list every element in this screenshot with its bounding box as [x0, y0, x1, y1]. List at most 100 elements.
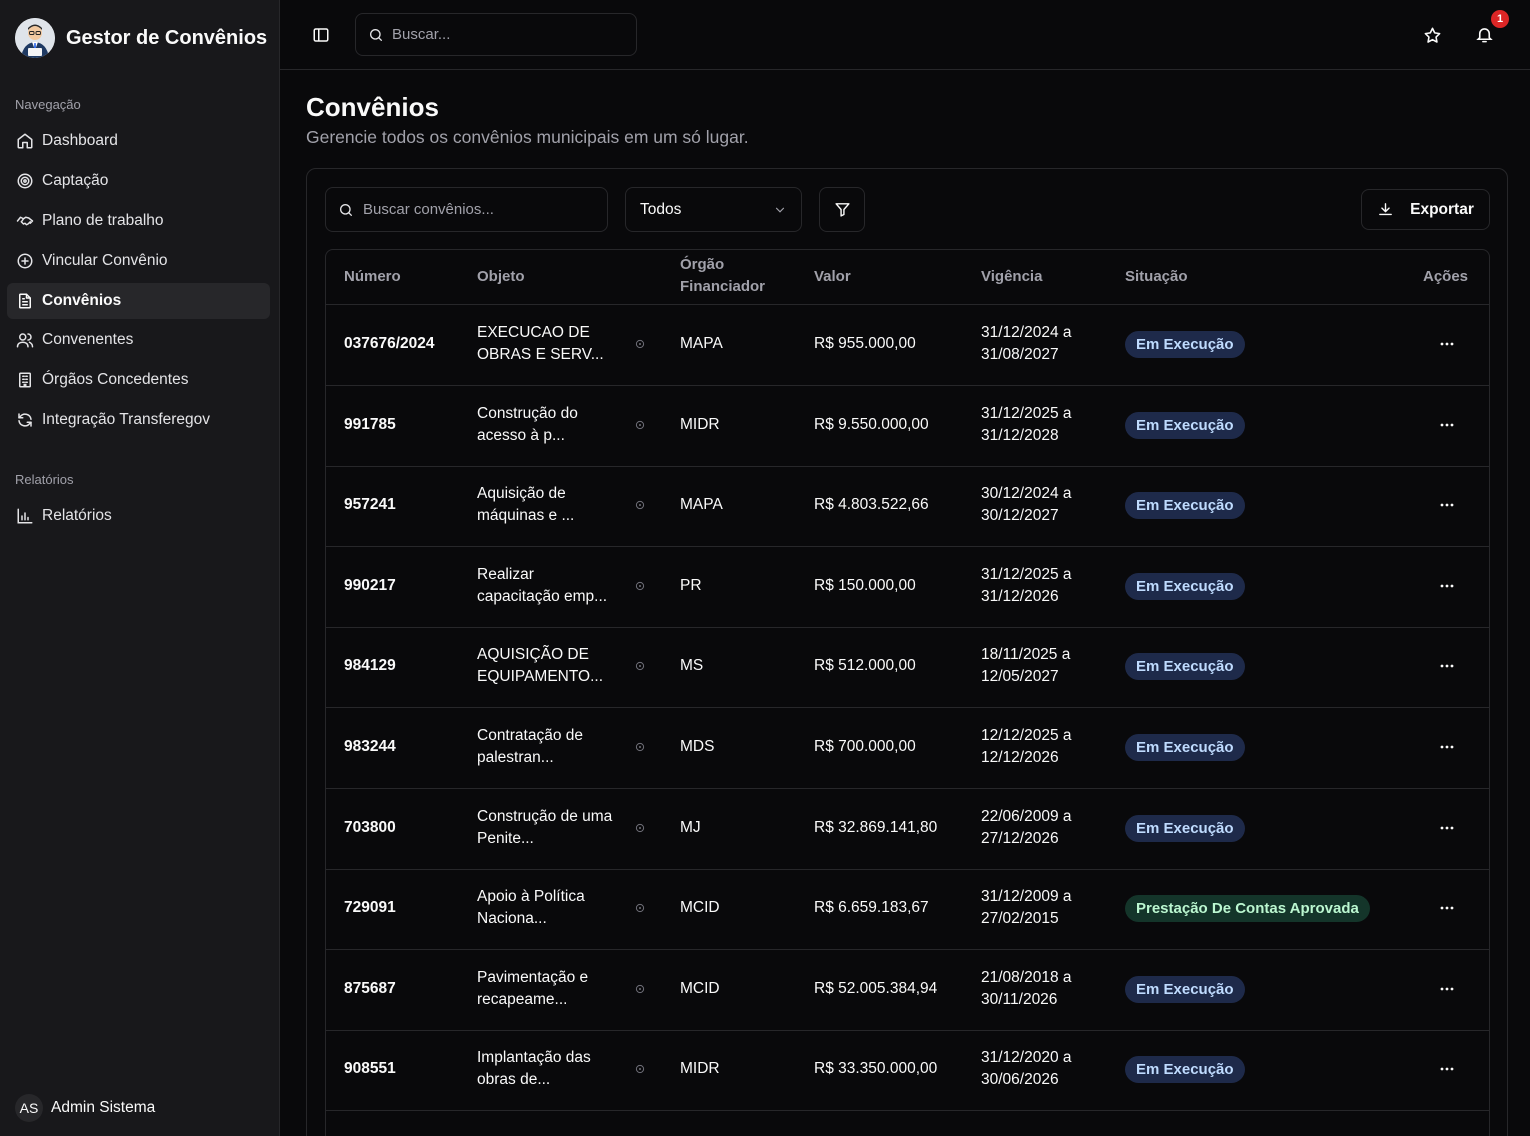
sidebar-item-label: Convênios: [42, 292, 122, 309]
users-icon: [16, 333, 34, 348]
more-actions-icon[interactable]: [1440, 584, 1454, 588]
info-icon[interactable]: [635, 661, 645, 671]
cell-vigencia-start: 30/12/2024 a: [981, 485, 1072, 502]
cell-objeto-line2: Penite...: [477, 830, 534, 847]
table-row[interactable]: 983244 Contratação de palestran... MDS R$ 70…: [326, 708, 1489, 789]
cell-vigencia-end: 31/12/2028: [981, 427, 1059, 444]
cell-orgao: MJ: [680, 819, 701, 836]
column-header-objeto[interactable]: Objeto: [477, 266, 525, 288]
cell-vigencia-start: 31/12/2020 a: [981, 1049, 1072, 1066]
cell-orgao: PR: [680, 577, 702, 594]
more-actions-icon[interactable]: [1440, 987, 1454, 991]
export-label: Exportar: [1410, 200, 1474, 218]
table-row[interactable]: 908551 Implantação das obras de... MIDR R$ 3…: [326, 1030, 1489, 1111]
sidebar-item-integracao-transferegov[interactable]: Integração Transferegov: [7, 402, 270, 438]
table-row[interactable]: 957241 Aquisição de máquinas e ... MAPA R$ 4…: [326, 466, 1489, 547]
cell-vigencia-end: 27/02/2015: [981, 910, 1059, 927]
status-badge: Em Execução: [1125, 331, 1245, 358]
status-badge: Prestação De Contas Aprovada: [1125, 895, 1370, 922]
cell-numero: 875687: [344, 980, 396, 997]
more-actions-icon[interactable]: [1440, 826, 1454, 830]
logo-avatar-icon: [15, 18, 55, 58]
table-row[interactable]: 703800 Construção de uma Penite... MJ R$ 32.…: [326, 789, 1489, 870]
sidebar-item-vincular-convenio[interactable]: Vincular Convênio: [7, 243, 270, 279]
status-badge: Em Execução: [1125, 1056, 1245, 1083]
cell-vigencia-end: 30/12/2027: [981, 507, 1059, 524]
cell-objeto-line1: Apoio à Política: [477, 888, 585, 905]
sidebar-toggle-button[interactable]: [312, 26, 330, 44]
filter-button[interactable]: [819, 187, 865, 232]
status-badge: Em Execução: [1125, 412, 1245, 439]
more-actions-icon[interactable]: [1440, 906, 1454, 910]
table-row[interactable]: 037676/2024 EXECUCAO DE OBRAS E SERV... MAP…: [326, 305, 1489, 386]
more-actions-icon[interactable]: [1440, 745, 1454, 749]
search-icon: [340, 203, 352, 216]
sidebar-item-relatorios[interactable]: Relatórios: [7, 498, 270, 534]
column-header-orgao[interactable]: Órgão: [680, 254, 724, 276]
info-icon[interactable]: [635, 742, 645, 752]
more-actions-icon[interactable]: [1440, 1067, 1454, 1071]
cell-valor: R$ 4.803.522,66: [814, 496, 929, 513]
export-button[interactable]: Exportar: [1361, 189, 1490, 230]
status-badge: Em Execução: [1125, 734, 1245, 761]
cell-objeto-line2: palestran...: [477, 749, 554, 766]
cell-objeto-line1: EXECUCAO DE: [477, 324, 590, 341]
page-title: Convênios: [306, 92, 439, 122]
table-row[interactable]: 875687 Pavimentação e recapeame... MCID R$ 5…: [326, 950, 1489, 1031]
cell-objeto-line1: Aquisição de: [477, 485, 566, 502]
sidebar-item-plano-de-trabalho[interactable]: Plano de trabalho: [7, 203, 270, 239]
cell-vigencia-end: 12/12/2026: [981, 749, 1059, 766]
cell-numero: 908551: [344, 1060, 396, 1077]
sidebar-item-convenios[interactable]: Convênios: [7, 283, 270, 319]
sidebar-item-captacao[interactable]: Captação: [7, 163, 270, 199]
more-actions-icon[interactable]: [1440, 503, 1454, 507]
sidebar-item-convenentes[interactable]: Convenentes: [7, 322, 270, 358]
download-icon: [1379, 203, 1392, 216]
favorites-button[interactable]: [1423, 26, 1442, 45]
cell-objeto-line2: Naciona...: [477, 910, 547, 927]
file-text-icon: [19, 293, 31, 309]
info-icon[interactable]: [635, 1064, 645, 1074]
info-icon[interactable]: [635, 823, 645, 833]
cell-vigencia-start: 31/12/2024 a: [981, 324, 1072, 341]
column-header-numero[interactable]: Número: [344, 266, 401, 288]
target-icon: [17, 173, 33, 189]
cell-numero: 990217: [344, 577, 396, 594]
cell-orgao: MCID: [680, 899, 720, 916]
info-icon[interactable]: [635, 339, 645, 349]
status-filter-select[interactable]: Todos: [625, 187, 802, 232]
convenios-search-input[interactable]: Buscar convênios...: [325, 187, 608, 232]
more-actions-icon[interactable]: [1440, 342, 1454, 346]
sidebar-item-orgaos-concedentes[interactable]: Órgãos Concedentes: [7, 362, 270, 398]
global-search-input[interactable]: Buscar...: [355, 13, 637, 56]
brand[interactable]: Gestor de Convênios: [15, 18, 267, 58]
sidebar-item-label: Plano de trabalho: [42, 212, 164, 229]
info-icon[interactable]: [635, 581, 645, 591]
cell-numero: 037676/2024: [344, 335, 435, 352]
table-row[interactable]: 984129 AQUISIÇÃO DE EQUIPAMENTO... MS R$ 512…: [326, 627, 1489, 708]
more-actions-icon[interactable]: [1440, 423, 1454, 427]
cell-valor: R$ 9.550.000,00: [814, 416, 929, 433]
cell-valor: R$ 33.350.000,00: [814, 1060, 938, 1077]
cell-orgao: MS: [680, 657, 704, 674]
table-row[interactable]: 729091 Apoio à Política Naciona... MCID R$ 6…: [326, 869, 1489, 950]
info-icon[interactable]: [635, 984, 645, 994]
search-placeholder: Buscar convênios...: [363, 201, 494, 218]
info-icon[interactable]: [635, 500, 645, 510]
column-header-valor[interactable]: Valor: [814, 266, 851, 288]
info-icon[interactable]: [635, 903, 645, 913]
notifications-button[interactable]: [1475, 25, 1494, 44]
table-row[interactable]: 990217 Realizar capacitação emp... PR R$ 150…: [326, 547, 1489, 628]
table-row[interactable]: 991785 Construção do acesso à p... MIDR R$ 9…: [326, 386, 1489, 467]
avatar: AS: [15, 1094, 43, 1122]
cell-valor: R$ 32.869.141,80: [814, 819, 938, 836]
sidebar-item-dashboard[interactable]: Dashboard: [7, 123, 270, 159]
sidebar-item-label: Captação: [42, 172, 109, 189]
column-header-vigencia[interactable]: Vigência: [981, 266, 1042, 288]
more-actions-icon[interactable]: [1440, 664, 1454, 668]
column-header-orgao-line2[interactable]: Financiador: [680, 276, 765, 298]
info-icon[interactable]: [635, 420, 645, 430]
panel-left-icon: [313, 28, 329, 42]
user-menu[interactable]: AS Admin Sistema: [15, 1094, 155, 1122]
column-header-situacao[interactable]: Situação: [1125, 266, 1188, 288]
